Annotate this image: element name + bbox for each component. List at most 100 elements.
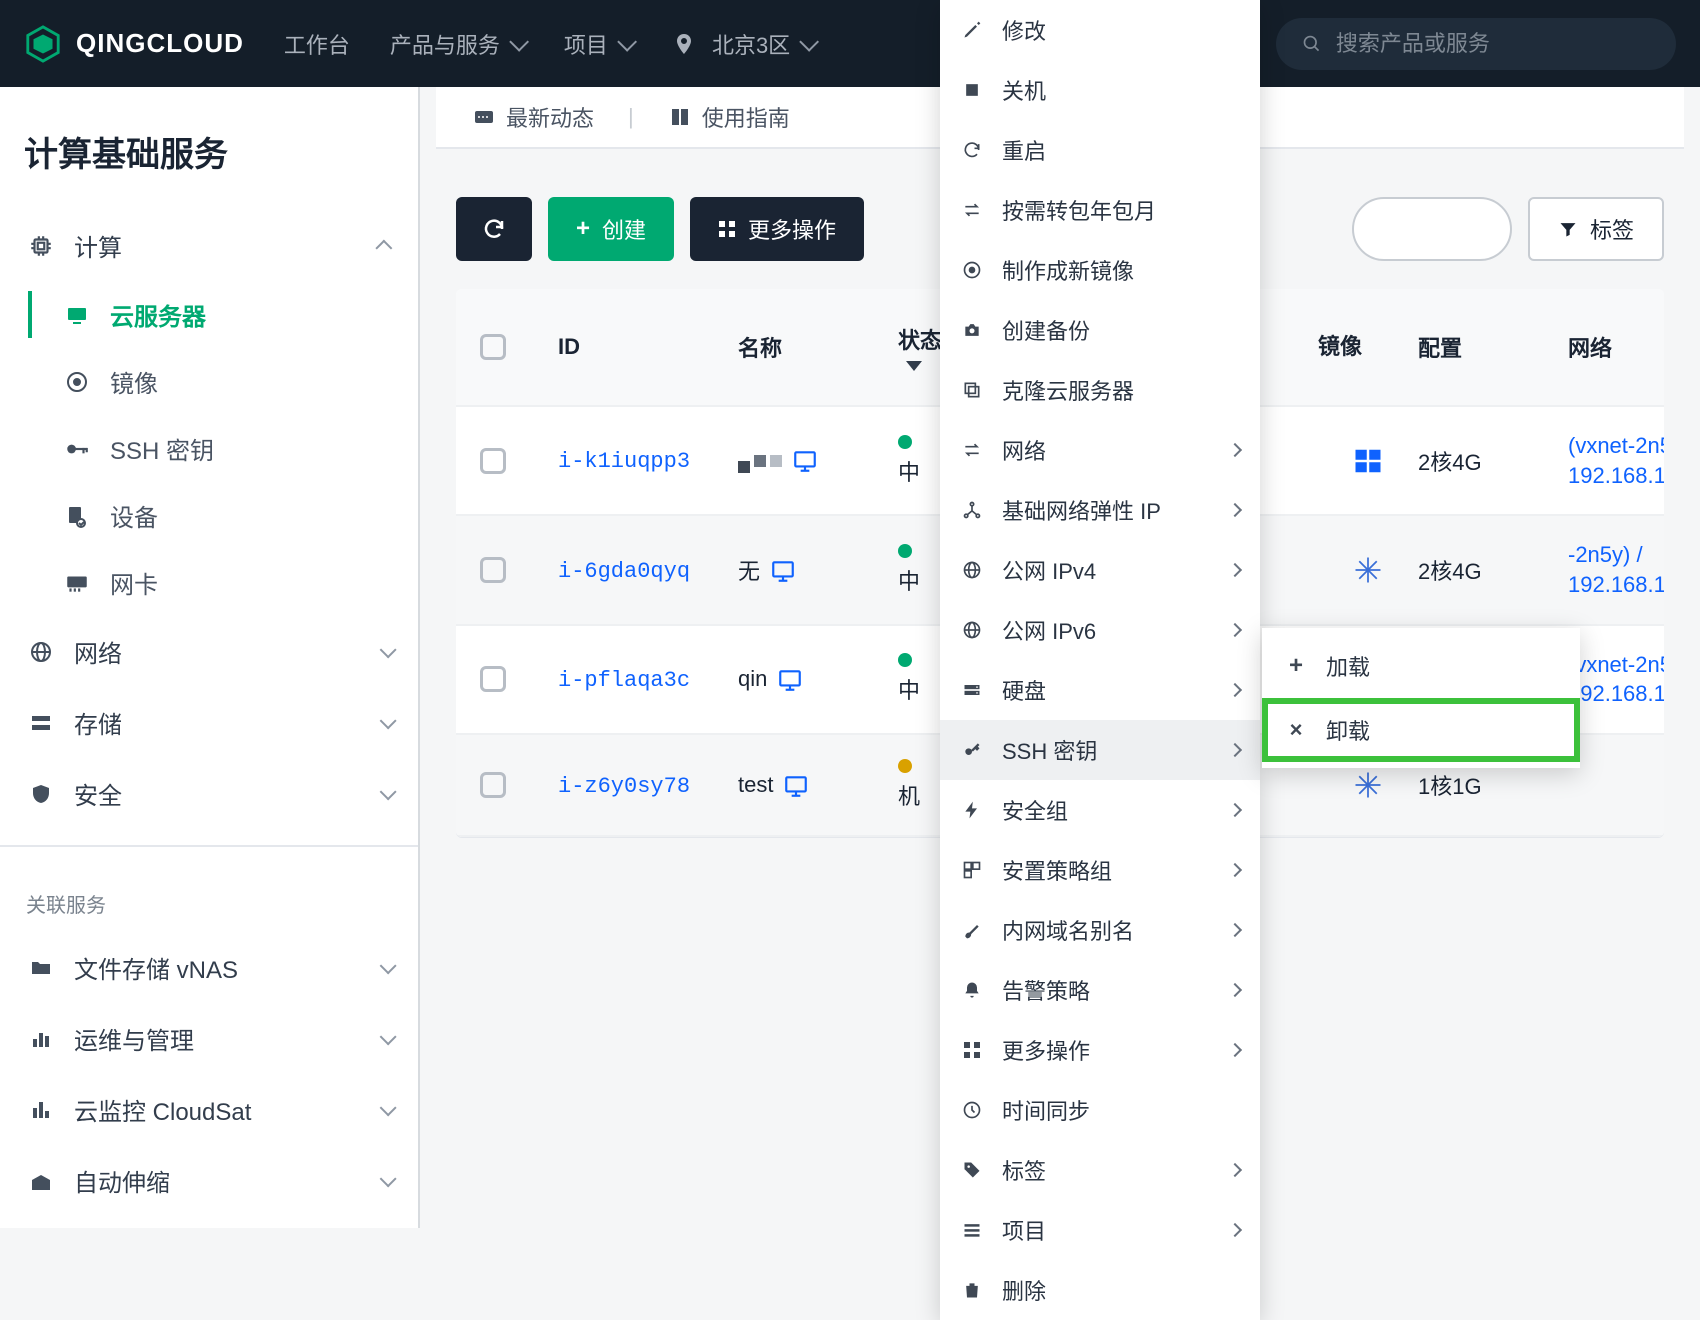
col-config[interactable]: 配置 bbox=[1418, 331, 1568, 363]
menu-item-label: 硬盘 bbox=[1002, 674, 1212, 706]
menu-item[interactable]: 制作成新镜像 bbox=[940, 240, 1260, 300]
row-id-link[interactable]: i-z6y0sy78 bbox=[558, 774, 690, 799]
row-network[interactable]: (vxnet-2n5y) / 192.168.100.2 bbox=[1568, 650, 1664, 709]
menu-item[interactable]: 修改 bbox=[940, 0, 1260, 60]
ssh-submenu[interactable]: + 加载 × 卸载 bbox=[1262, 628, 1580, 768]
menu-item[interactable]: 项目 bbox=[940, 1200, 1260, 1260]
nav-projects[interactable]: 项目 bbox=[564, 28, 632, 60]
pencil-icon bbox=[960, 20, 984, 40]
sidebar-item-nics[interactable]: 网卡 bbox=[0, 549, 418, 616]
key-icon bbox=[960, 740, 984, 760]
bell-icon bbox=[960, 980, 984, 1000]
menu-item[interactable]: 更多操作 bbox=[940, 1020, 1260, 1080]
menu-item[interactable]: 按需转包年包月 bbox=[940, 180, 1260, 240]
nav-workbench[interactable]: 工作台 bbox=[284, 28, 350, 60]
row-name: 无 bbox=[738, 554, 760, 586]
sidebar-item-images[interactable]: 镜像 bbox=[0, 348, 418, 415]
os-icon bbox=[1318, 555, 1418, 585]
row-network[interactable]: (vxnet-2n5y) / 192.168.100.4 bbox=[1568, 431, 1664, 490]
nav-products[interactable]: 产品与服务 bbox=[390, 28, 524, 60]
menu-item[interactable]: 内网域名别名 bbox=[940, 900, 1260, 960]
logo-text: QINGCLOUD bbox=[76, 28, 244, 59]
menu-item[interactable]: 删除 bbox=[940, 1260, 1260, 1320]
sidebar-item-ops[interactable]: 运维与管理 bbox=[0, 1003, 418, 1074]
monitor-icon[interactable] bbox=[777, 666, 803, 693]
col-name[interactable]: 名称 bbox=[738, 331, 898, 363]
search-input[interactable] bbox=[1336, 31, 1650, 57]
menu-item[interactable]: 关机 bbox=[940, 60, 1260, 120]
row-id-link[interactable]: i-k1iuqpp3 bbox=[558, 449, 690, 474]
menu-item[interactable]: 时间同步 bbox=[940, 1080, 1260, 1140]
row-config: 1核1G bbox=[1418, 769, 1568, 801]
device-icon bbox=[62, 504, 92, 528]
refresh-button[interactable] bbox=[456, 197, 532, 261]
logo[interactable]: QINGCLOUD bbox=[24, 25, 244, 63]
monitor-icon[interactable] bbox=[792, 447, 818, 474]
row-checkbox bbox=[480, 772, 506, 798]
monitor-icon[interactable] bbox=[783, 772, 809, 799]
col-checkbox[interactable] bbox=[468, 334, 558, 360]
book-icon bbox=[668, 105, 692, 129]
strip-news[interactable]: 最新动态 bbox=[472, 101, 594, 133]
nav-region[interactable]: 北京3区 bbox=[672, 28, 814, 60]
menu-item-label: 克隆云服务器 bbox=[1002, 374, 1240, 406]
menu-item-label: 标签 bbox=[1002, 1154, 1212, 1186]
col-id[interactable]: ID bbox=[558, 334, 738, 360]
context-menu[interactable]: 修改关机重启按需转包年包月制作成新镜像创建备份克隆云服务器网络基础网络弹性 IP… bbox=[940, 0, 1260, 1320]
plus-icon: + bbox=[576, 215, 590, 243]
sidebar-item-cloudsat[interactable]: 云监控 CloudSat bbox=[0, 1074, 418, 1145]
menu-item[interactable]: 重启 bbox=[940, 120, 1260, 180]
create-button[interactable]: +创建 bbox=[548, 197, 674, 261]
global-search[interactable] bbox=[1276, 18, 1676, 70]
menu-item[interactable]: 克隆云服务器 bbox=[940, 360, 1260, 420]
sidebar-item-autoscale[interactable]: 自动伸缩 bbox=[0, 1145, 418, 1216]
menu-item-label: 关机 bbox=[1002, 74, 1240, 106]
submenu-unload[interactable]: × 卸载 bbox=[1262, 698, 1580, 762]
menu-item-label: 删除 bbox=[1002, 1274, 1240, 1306]
col-image[interactable]: 镜像 bbox=[1318, 334, 1418, 360]
menu-item[interactable]: 公网 IPv6 bbox=[940, 600, 1260, 660]
sidebar-item-servers[interactable]: 云服务器 bbox=[0, 281, 418, 348]
menu-item-label: 修改 bbox=[1002, 14, 1240, 46]
row-config: 2核4G bbox=[1418, 554, 1568, 586]
menu-item-label: 安置策略组 bbox=[1002, 854, 1212, 886]
row-id-link[interactable]: i-6gda0qyq bbox=[558, 559, 690, 584]
menu-item[interactable]: 安置策略组 bbox=[940, 840, 1260, 900]
tags-button[interactable]: 标签 bbox=[1528, 197, 1664, 261]
chevron-right-icon bbox=[1228, 743, 1242, 757]
monitor-icon bbox=[62, 303, 92, 327]
monitor-icon[interactable] bbox=[770, 556, 796, 583]
search-icon bbox=[1302, 33, 1322, 55]
menu-item[interactable]: 基础网络弹性 IP bbox=[940, 480, 1260, 540]
row-checkbox bbox=[480, 448, 506, 474]
menu-item[interactable]: SSH 密钥 bbox=[940, 720, 1260, 780]
col-network[interactable]: 网络 bbox=[1568, 331, 1664, 363]
submenu-load[interactable]: + 加载 bbox=[1262, 634, 1580, 698]
strip-guide[interactable]: 使用指南 bbox=[668, 101, 790, 133]
sidebar-item-sshkeys[interactable]: SSH 密钥 bbox=[0, 415, 418, 482]
swap-icon bbox=[960, 200, 984, 220]
menu-item[interactable]: 安全组 bbox=[940, 780, 1260, 840]
sidebar-group-security[interactable]: 安全 bbox=[0, 758, 418, 829]
menu-item-label: 创建备份 bbox=[1002, 314, 1240, 346]
grid-icon bbox=[718, 220, 736, 238]
row-network[interactable]: -2n5y) / 192.168.100.3 bbox=[1568, 540, 1664, 599]
sidebar-related-heading: 关联服务 bbox=[0, 863, 418, 932]
menu-item[interactable]: 告警策略 bbox=[940, 960, 1260, 1020]
sidebar-item-devices[interactable]: 设备 bbox=[0, 482, 418, 549]
sidebar-group-storage[interactable]: 存储 bbox=[0, 687, 418, 758]
menu-item[interactable]: 网络 bbox=[940, 420, 1260, 480]
table-search[interactable] bbox=[1352, 197, 1512, 261]
sidebar-group-compute[interactable]: 计算 bbox=[0, 210, 418, 281]
menu-item[interactable]: 标签 bbox=[940, 1140, 1260, 1200]
menu-item[interactable]: 创建备份 bbox=[940, 300, 1260, 360]
nic-card-icon bbox=[62, 570, 92, 596]
row-id-link[interactable]: i-pflaqa3c bbox=[558, 668, 690, 693]
chevron-right-icon bbox=[1228, 503, 1242, 517]
menu-item[interactable]: 硬盘 bbox=[940, 660, 1260, 720]
menu-item[interactable]: 公网 IPv4 bbox=[940, 540, 1260, 600]
more-actions-button[interactable]: 更多操作 bbox=[690, 197, 864, 261]
os-icon bbox=[1318, 446, 1418, 476]
sidebar-item-vnas[interactable]: 文件存储 vNAS bbox=[0, 932, 418, 1003]
sidebar-group-network[interactable]: 网络 bbox=[0, 616, 418, 687]
